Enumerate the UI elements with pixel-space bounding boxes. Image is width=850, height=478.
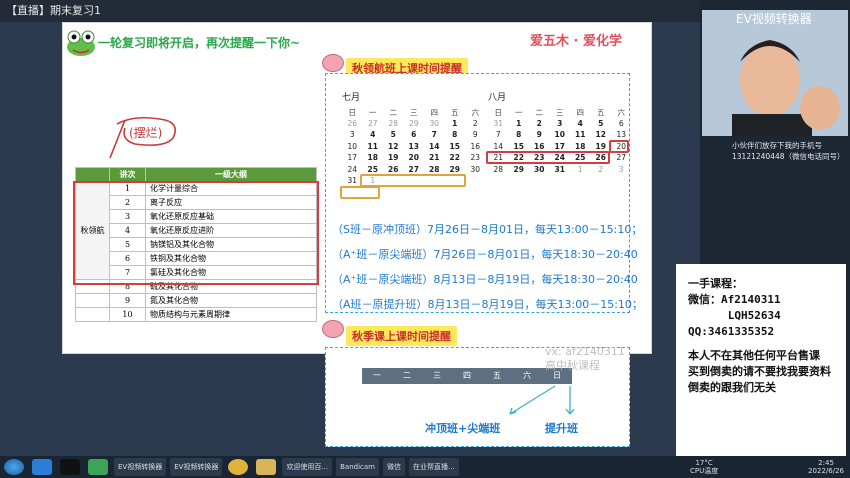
lecture-topic: 氮及其化合物	[145, 293, 317, 308]
chat-message: 小伙伴们放存下我的手机号13121240448（微信电话同号）	[732, 141, 845, 161]
taskbar-item[interactable]: 微信	[383, 458, 405, 476]
season-banner: 秋季课上课时间提醒	[346, 326, 457, 346]
month-label: 八月	[488, 93, 507, 103]
teacher-avatar	[702, 10, 848, 136]
class-tag-improve: 提升班	[545, 422, 578, 435]
highlight-box	[73, 181, 319, 285]
weekday-row: 日一二三四五六	[348, 108, 480, 117]
schedule-line: （S班－原冲顶班）7月26日－8月01日，每天13:00－15:10；	[332, 223, 643, 236]
taskbar-item[interactable]: EV视频转换器	[114, 458, 167, 476]
taskbar-item[interactable]: 欢迎使用百...	[282, 458, 333, 476]
watermark: vx: af2140311 高中秋课程	[545, 345, 625, 372]
video-title: EV视频转换器	[736, 12, 812, 26]
frog-icon	[67, 30, 95, 56]
august-highlight-start	[609, 140, 629, 153]
week-bar: 一 二 三 四 五 六 日	[362, 368, 572, 384]
promo-panel: 一手课程： 微信：Af2140311 LQH52634 QQ:346133535…	[676, 264, 846, 459]
taskbar-clock[interactable]: 2:45 2022/6/26	[808, 459, 844, 475]
taskbar-item[interactable]: Bandicam	[336, 458, 379, 476]
lecture-topic: 物质结构与元素周期律	[145, 307, 317, 322]
table-header-row: 讲次 一级大纲	[75, 167, 317, 182]
schedule-line: （A⁺班－原尖端班）7月26日－8月01日，每天18:30－20:40	[332, 248, 638, 261]
weekday-row: 日一二三四五六	[494, 108, 626, 117]
pig-icon	[322, 54, 344, 72]
col-header-lecture: 讲次	[109, 167, 146, 182]
week-row: 28 29 30 31 1 2 3	[493, 164, 624, 174]
slide-headline: 一轮复习即将开启，再次提醒一下你~	[98, 36, 301, 50]
folder-icon[interactable]	[256, 459, 277, 475]
doodle-text: (摆烂)	[129, 126, 162, 140]
taskbar-item[interactable]: 在业帮直播...	[409, 458, 459, 476]
august-highlight-week	[486, 151, 610, 164]
taskbar-item[interactable]: EV视频转换器	[170, 458, 223, 476]
chrome-icon[interactable]	[228, 459, 249, 475]
handwritten-doodle: (摆烂)	[109, 116, 176, 159]
teacher-video	[702, 10, 848, 136]
class-tag-top: 冲顶班+尖端班	[425, 422, 501, 435]
month-label: 七月	[342, 93, 361, 103]
pig-icon	[322, 320, 344, 338]
app-icon[interactable]	[60, 459, 80, 475]
week-row: 3456789	[349, 130, 478, 139]
week-row: 10 11 12 13 14 15 16	[347, 141, 481, 151]
week-row: 26 27 28 29 30 1 2	[347, 118, 478, 128]
brand-title: 爱五木 · 爱化学	[530, 34, 622, 49]
start-icon[interactable]	[4, 459, 24, 475]
lecture-num: 9	[109, 293, 146, 308]
july-highlight-end	[340, 186, 380, 199]
taskbar: EV视频转换器 EV视频转换器 欢迎使用百... Bandicam 微信 在业帮…	[0, 456, 850, 478]
schedule-list: （S班－原冲顶班）7月26日－8月01日，每天13:00－15:10； （A⁺班…	[332, 217, 643, 317]
col-header-outline: 一级大纲	[145, 167, 317, 182]
schedule-line: （A班－原提升班）8月13日－8月19日，每天13:00－15:10；	[332, 298, 643, 311]
table-row: 9 氮及其化合物	[75, 293, 317, 308]
week-row: 31 1 2 3 4 5 6	[493, 118, 624, 128]
arrows	[509, 385, 575, 415]
calendar-july: 七月 日一二三四五六 26 27 28 29 30 1 2 3456789 10 11 12 13…	[342, 90, 486, 188]
week-row: 17 18 19 20 21 22 23	[347, 153, 481, 162]
system-tray-temp: 17°C CPU温度	[690, 459, 719, 475]
lecture-num: 10	[109, 307, 146, 322]
wechat-app-icon[interactable]	[88, 459, 108, 475]
table-row: 10 物质结构与元素周期律	[75, 307, 317, 322]
schedule-line: （A⁺班－原尖端班）8月13日－8月19日，每天18:30－20:40	[332, 273, 638, 286]
browser-icon[interactable]	[32, 459, 52, 475]
